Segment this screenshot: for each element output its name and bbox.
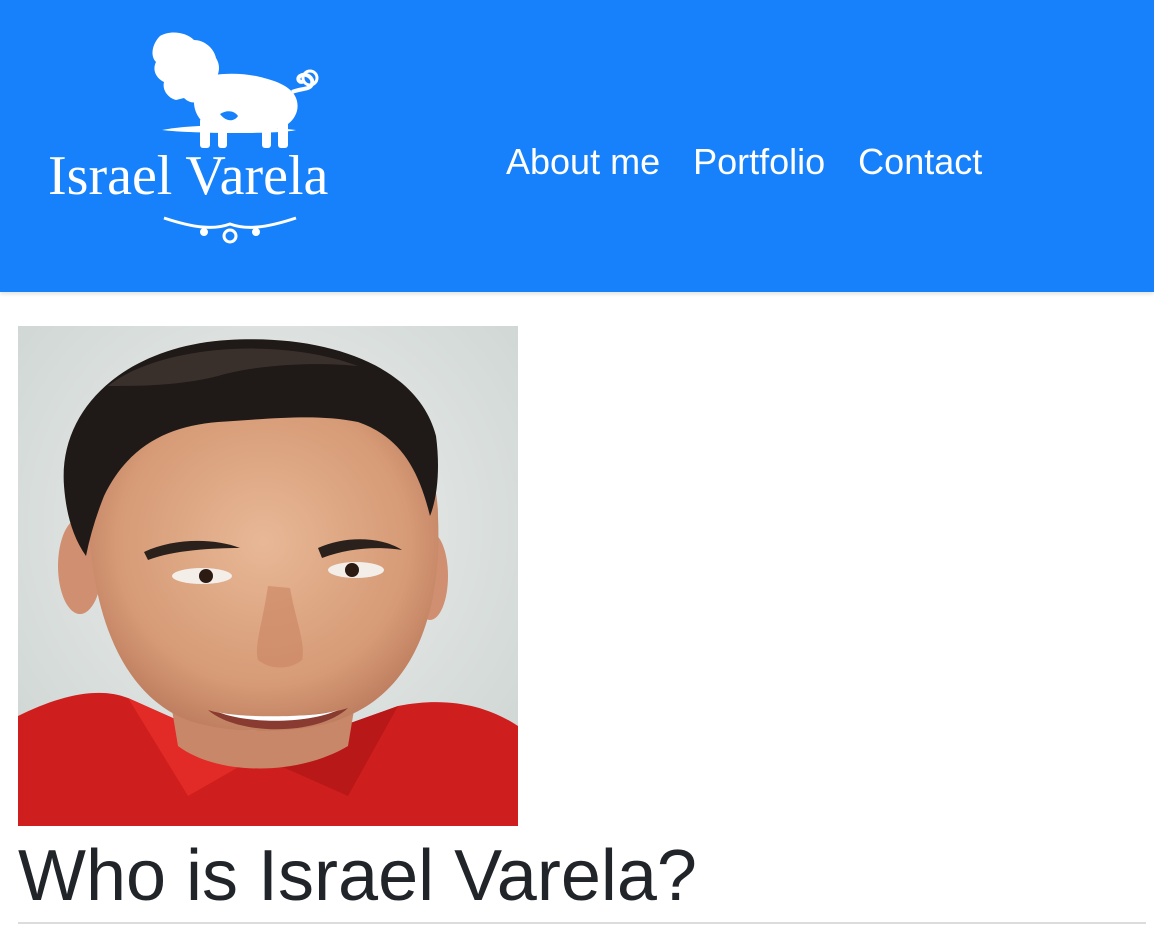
top-navbar: Israel Varela About me Portfolio Contact [0,0,1154,292]
flourish-ornament [163,216,297,244]
brand-wordmark: Israel Varela [48,145,329,207]
portrait-image [18,326,518,826]
lion-icon [152,32,319,148]
heading-divider [18,922,1146,924]
portrait-photo [18,326,518,826]
page-heading: Who is Israel Varela? [18,836,697,916]
nav-about-me-link[interactable]: About me [506,138,660,186]
brand-logo-link[interactable]: Israel Varela [44,28,420,250]
brand-logo: Israel Varela [48,32,329,244]
nav-portfolio-link[interactable]: Portfolio [693,138,825,186]
nav-contact-link[interactable]: Contact [858,138,982,186]
main-nav: About me Portfolio Contact [506,138,982,186]
